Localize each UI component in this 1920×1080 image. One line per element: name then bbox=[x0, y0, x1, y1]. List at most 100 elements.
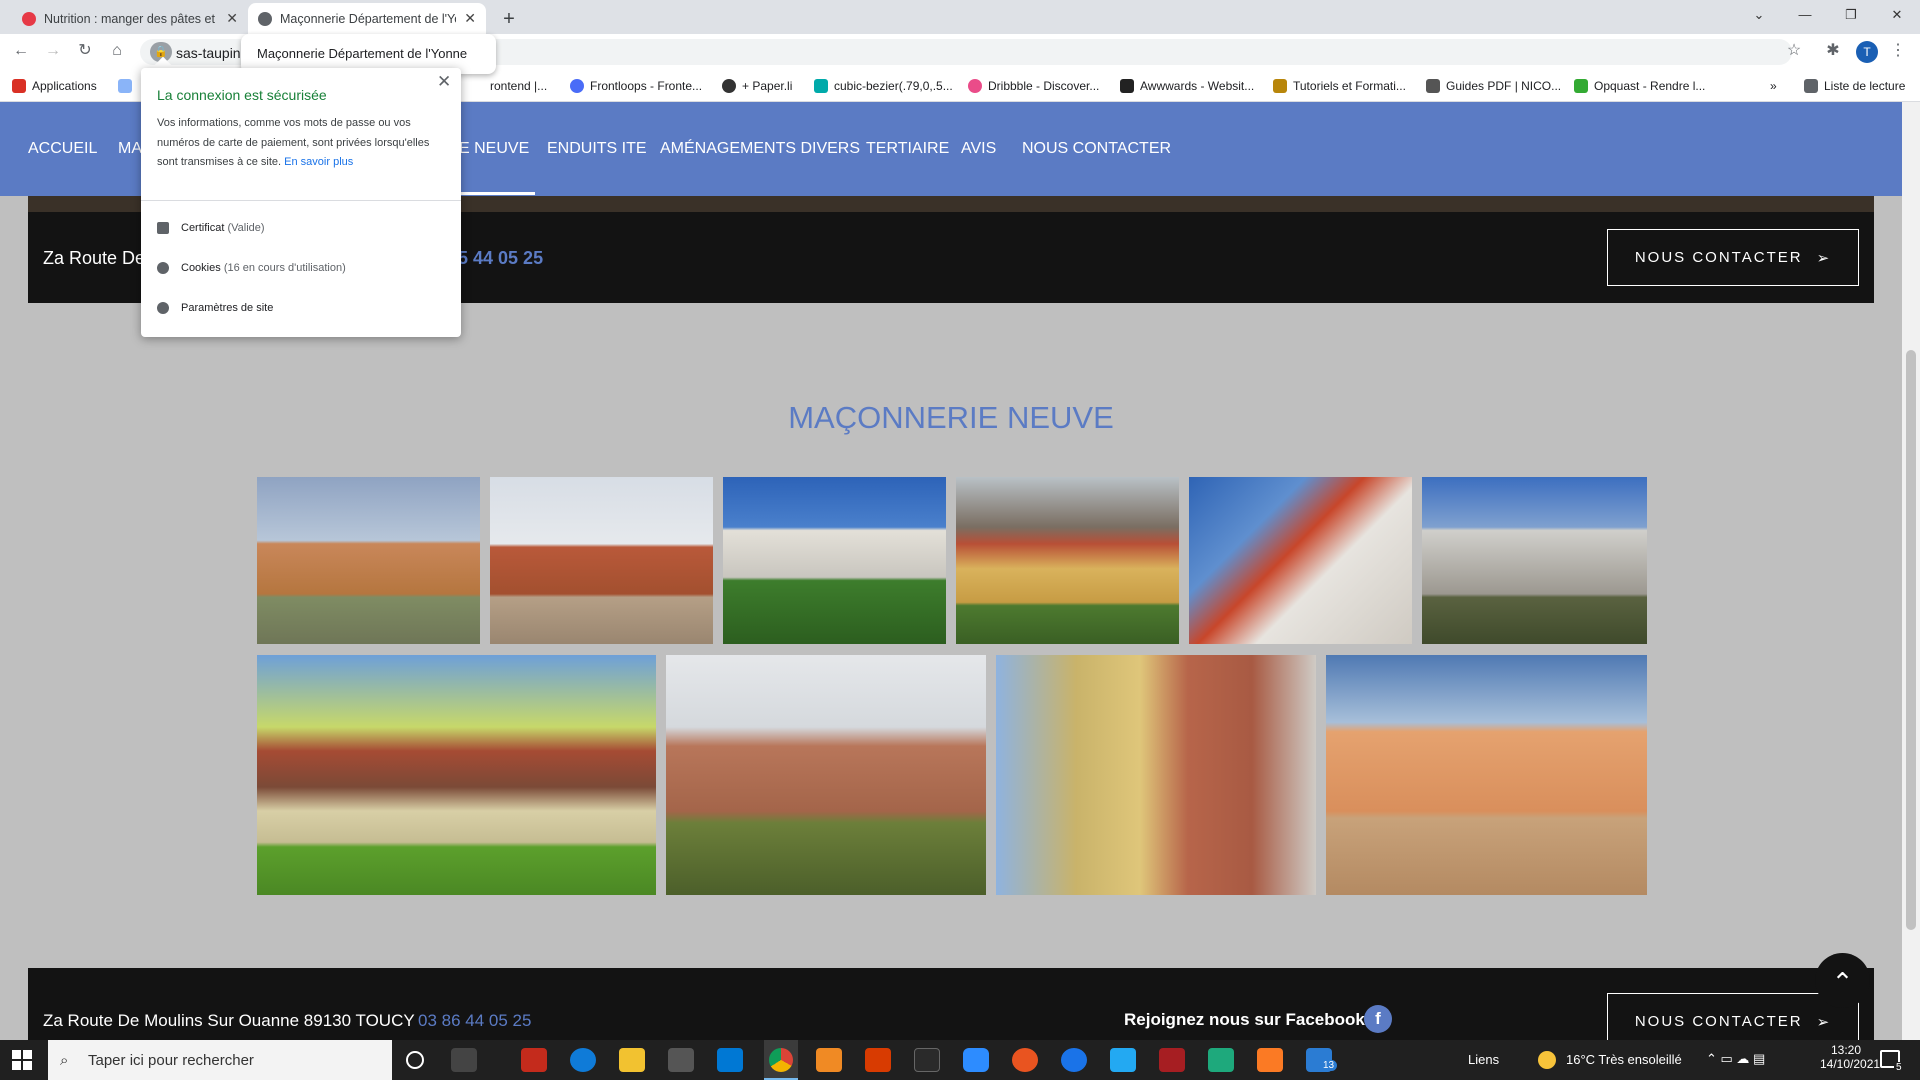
tab-search-icon[interactable]: ⌄ bbox=[1736, 0, 1782, 30]
bookmark-frontloops[interactable]: Frontloops - Fronte... bbox=[570, 77, 702, 95]
nav-maconnerie-neuve[interactable]: E NEUVE bbox=[459, 140, 529, 158]
gallery-photo[interactable] bbox=[723, 477, 946, 644]
paper-plane-icon: ➢ bbox=[1816, 1013, 1832, 1031]
frontloops-icon bbox=[570, 79, 584, 93]
mail-icon[interactable] bbox=[717, 1048, 743, 1072]
new-tab-button[interactable]: + bbox=[496, 6, 522, 32]
star-icon[interactable]: ☆ bbox=[1784, 41, 1804, 61]
edge-icon[interactable] bbox=[570, 1048, 596, 1072]
bookmark-label: Tutoriels et Formati... bbox=[1293, 79, 1406, 93]
bookmark-paperli[interactable]: + Paper.li bbox=[722, 77, 792, 95]
cubic-bezier-icon bbox=[814, 79, 828, 93]
profile-avatar[interactable]: T bbox=[1856, 41, 1878, 63]
bookmark-label: Guides PDF | NICO... bbox=[1446, 79, 1562, 93]
app-icon[interactable] bbox=[1208, 1048, 1234, 1072]
extensions-icon[interactable]: ✱ bbox=[1823, 41, 1843, 61]
phone-link[interactable]: 5 44 05 25 bbox=[458, 248, 543, 269]
contact-button[interactable]: NOUS CONTACTER ➢ bbox=[1607, 229, 1859, 286]
file-explorer-icon[interactable] bbox=[619, 1048, 645, 1072]
menu-icon[interactable]: ⋮ bbox=[1888, 41, 1908, 61]
ubuntu-icon[interactable] bbox=[1012, 1048, 1038, 1072]
maps-icon[interactable] bbox=[1061, 1048, 1087, 1072]
bookmark-guides[interactable]: Guides PDF | NICO... bbox=[1426, 77, 1561, 95]
nav-amenagements-divers[interactable]: AMÉNAGEMENTS DIVERS bbox=[660, 140, 860, 158]
clock[interactable]: 13:20 14/10/2021 bbox=[1820, 1043, 1880, 1071]
active-nav-indicator bbox=[449, 192, 535, 195]
certificate-status: (Valide) bbox=[227, 222, 265, 234]
bookmark-opquast[interactable]: Opquast - Rendre l... bbox=[1574, 77, 1705, 95]
gallery-photo[interactable] bbox=[956, 477, 1179, 644]
xampp-icon[interactable] bbox=[1257, 1048, 1283, 1072]
certificate-icon bbox=[157, 222, 169, 234]
scrollbar-thumb[interactable] bbox=[1906, 350, 1916, 930]
maximize-button[interactable]: ❐ bbox=[1828, 0, 1874, 30]
nav-tertiaire[interactable]: TERTIAIRE bbox=[866, 140, 949, 158]
office-icon[interactable] bbox=[865, 1048, 891, 1072]
close-icon[interactable]: ✕ bbox=[437, 72, 451, 92]
nav-maconnerie[interactable]: MA bbox=[118, 140, 142, 158]
taskbar-search[interactable]: Taper ici pour rechercher bbox=[48, 1040, 392, 1080]
awwwards-icon bbox=[1120, 79, 1134, 93]
nav-enduits-ite[interactable]: ENDUITS ITE bbox=[547, 140, 647, 158]
gear-icon bbox=[157, 302, 169, 314]
tutoriels-icon bbox=[1273, 79, 1287, 93]
task-view-icon[interactable] bbox=[451, 1048, 477, 1072]
close-tab-icon[interactable]: ✕ bbox=[464, 10, 476, 27]
gallery-photo[interactable] bbox=[996, 655, 1316, 895]
reading-list-label: Liste de lecture bbox=[1824, 79, 1906, 93]
back-icon[interactable]: ← bbox=[11, 41, 31, 61]
weather-text[interactable]: 16°C Très ensoleillé bbox=[1566, 1052, 1682, 1067]
gallery-photo[interactable] bbox=[1326, 655, 1647, 895]
certificate-row[interactable]: Certificat (Valide) bbox=[157, 222, 265, 234]
nav-nous-contacter[interactable]: NOUS CONTACTER bbox=[1022, 140, 1171, 158]
app-icon[interactable] bbox=[914, 1048, 940, 1072]
site-settings-row[interactable]: Paramètres de site bbox=[157, 302, 273, 314]
url-text[interactable]: sas-taupin. bbox=[176, 45, 244, 61]
store-icon[interactable] bbox=[668, 1048, 694, 1072]
gallery-photo[interactable] bbox=[666, 655, 986, 895]
gallery-photo[interactable] bbox=[1189, 477, 1412, 644]
tab-maconnerie[interactable]: Maçonnerie Département de l'Yo ✕ bbox=[248, 3, 486, 34]
sublime-icon[interactable] bbox=[816, 1048, 842, 1072]
more-bookmarks-button[interactable]: » bbox=[1770, 77, 1777, 95]
chrome-taskbar-button[interactable] bbox=[764, 1040, 798, 1080]
facebook-text[interactable]: Rejoignez nous sur Facebook bbox=[1124, 1010, 1365, 1030]
gallery-photo[interactable] bbox=[490, 477, 713, 644]
certificate-label: Certificat bbox=[181, 222, 225, 234]
bookmark-label: rontend |... bbox=[490, 79, 548, 93]
bookmark-frontend[interactable]: rontend |... bbox=[490, 77, 547, 95]
forward-icon[interactable]: → bbox=[43, 41, 63, 61]
vscode-icon[interactable] bbox=[1110, 1048, 1136, 1072]
address-text: Za Route De bbox=[43, 248, 146, 268]
bookmark-item[interactable] bbox=[118, 77, 138, 95]
tray-icons[interactable]: ⌃ ▭ ☁ ▤ bbox=[1706, 1051, 1765, 1067]
nav-accueil[interactable]: ACCUEIL bbox=[28, 140, 97, 158]
app-icon[interactable] bbox=[1159, 1048, 1185, 1072]
tab-nutrition[interactable]: Nutrition : manger des pâtes et c ✕ bbox=[12, 3, 248, 34]
home-icon[interactable]: ⌂ bbox=[107, 41, 127, 61]
windows-start-icon[interactable] bbox=[12, 1050, 32, 1070]
cortana-icon[interactable] bbox=[406, 1051, 424, 1069]
bookmark-tutoriels[interactable]: Tutoriels et Formati... bbox=[1273, 77, 1406, 95]
minimize-button[interactable]: — bbox=[1782, 0, 1828, 30]
close-window-button[interactable]: ✕ bbox=[1874, 0, 1920, 30]
bookmark-dribbble[interactable]: Dribbble - Discover... bbox=[968, 77, 1099, 95]
bookmark-applications[interactable]: Applications bbox=[12, 77, 97, 95]
gallery-photo[interactable] bbox=[1422, 477, 1647, 644]
cookies-row[interactable]: Cookies (16 en cours d'utilisation) bbox=[157, 262, 346, 274]
links-toolbar[interactable]: Liens bbox=[1468, 1052, 1499, 1067]
bookmark-cubic-bezier[interactable]: cubic-bezier(.79,0,.5... bbox=[814, 77, 953, 95]
footer-phone-link[interactable]: 03 86 44 05 25 bbox=[418, 1011, 531, 1031]
bookmark-awwwards[interactable]: Awwwards - Websit... bbox=[1120, 77, 1254, 95]
gallery-photo[interactable] bbox=[257, 477, 480, 644]
learn-more-link[interactable]: En savoir plus bbox=[284, 156, 353, 168]
reading-list[interactable]: Liste de lecture bbox=[1804, 77, 1905, 95]
nav-avis[interactable]: AVIS bbox=[961, 140, 996, 158]
scroll-to-top-button[interactable]: ⌃ bbox=[1815, 953, 1870, 1008]
facebook-icon[interactable]: f bbox=[1364, 1005, 1392, 1033]
app-icon[interactable] bbox=[521, 1048, 547, 1072]
zoom-icon[interactable] bbox=[963, 1048, 989, 1072]
close-tab-icon[interactable]: ✕ bbox=[226, 10, 238, 27]
reload-icon[interactable]: ↻ bbox=[75, 41, 95, 61]
gallery-photo[interactable] bbox=[257, 655, 656, 895]
